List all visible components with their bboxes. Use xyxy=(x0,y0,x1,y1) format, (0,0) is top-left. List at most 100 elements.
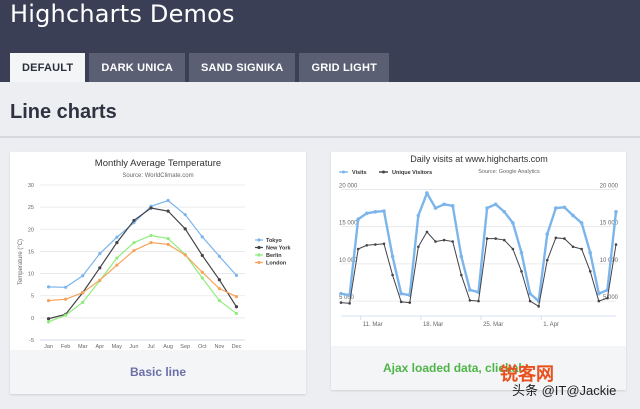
data-point xyxy=(81,300,85,304)
x-tick-label: 11. Mar xyxy=(363,322,383,328)
data-point xyxy=(579,221,584,225)
data-point xyxy=(451,240,455,243)
data-point xyxy=(442,238,446,242)
data-point xyxy=(234,311,239,316)
data-point xyxy=(382,242,386,246)
data-point xyxy=(356,217,360,222)
tab-default[interactable]: DEFAULT xyxy=(10,53,86,82)
data-point xyxy=(434,240,437,243)
data-point xyxy=(64,285,68,289)
demo-card-basic-line[interactable]: Monthly Average Temperature Source: Worl… xyxy=(10,152,306,394)
data-point xyxy=(588,270,592,273)
y-tick-label: -5 xyxy=(29,338,34,344)
data-point xyxy=(597,299,601,303)
data-point xyxy=(217,298,221,303)
y-tick-label-left: 15 000 xyxy=(339,221,358,227)
data-point xyxy=(485,206,489,210)
data-point xyxy=(477,299,480,303)
y-tick-label: 0 xyxy=(31,316,34,322)
data-point xyxy=(373,209,378,214)
data-point xyxy=(545,258,549,262)
tab-sand-signika[interactable]: SAND SIGNIKA xyxy=(188,53,296,82)
data-point xyxy=(562,205,567,210)
data-point xyxy=(339,301,343,304)
data-point xyxy=(364,211,369,216)
x-tick-label: 25. Mar xyxy=(483,322,503,328)
data-point xyxy=(425,230,429,234)
data-point xyxy=(502,209,507,214)
y-tick-label: 10 xyxy=(28,272,34,278)
data-point xyxy=(614,243,618,246)
legend-marker xyxy=(342,170,345,174)
y-tick-label: 5 xyxy=(31,294,34,300)
data-point xyxy=(588,250,593,255)
data-point xyxy=(365,243,369,247)
data-point xyxy=(545,232,550,236)
data-point xyxy=(200,270,204,274)
legend-marker xyxy=(257,253,261,257)
data-point xyxy=(149,206,153,210)
data-point xyxy=(98,252,102,256)
y-tick-label: 15 xyxy=(28,249,34,255)
y-tick-label-right: 20 000 xyxy=(600,183,619,189)
data-point xyxy=(433,206,438,210)
data-point xyxy=(537,305,540,308)
data-point xyxy=(183,227,187,231)
data-point xyxy=(98,266,102,270)
data-point xyxy=(166,209,170,213)
data-point xyxy=(416,213,421,218)
data-point xyxy=(460,273,463,277)
data-point xyxy=(399,300,403,304)
data-point xyxy=(528,299,532,303)
data-point xyxy=(502,238,506,242)
legend-label: Unique Visitors xyxy=(392,170,432,176)
data-point xyxy=(468,288,472,292)
chart-subtitle: Source: WorldClimate.com xyxy=(122,173,193,179)
data-point xyxy=(468,299,472,302)
app-title: Highcharts Demos xyxy=(10,0,235,28)
data-point xyxy=(485,237,489,240)
y-tick-label-right: 5 000 xyxy=(603,295,619,301)
data-point xyxy=(132,248,136,253)
data-point xyxy=(459,254,464,259)
data-point xyxy=(606,296,609,300)
data-point xyxy=(417,245,420,249)
data-point xyxy=(200,253,204,258)
y-tick-label-left: 20 000 xyxy=(339,183,358,189)
data-point xyxy=(166,242,170,246)
legend-label: Tokyo xyxy=(266,238,282,244)
watermark-handle: 头条 @IT@Jackie xyxy=(512,383,617,398)
tab-dark-unica[interactable]: DARK UNICA xyxy=(89,53,185,82)
legend-marker xyxy=(382,170,385,174)
data-point xyxy=(115,256,119,260)
data-point xyxy=(132,240,136,245)
data-point xyxy=(46,298,51,303)
data-point xyxy=(183,213,187,217)
data-point xyxy=(408,301,412,304)
chart-title: Monthly Average Temperature xyxy=(95,158,221,169)
data-point xyxy=(81,291,85,295)
basic-line-chart: Monthly Average Temperature Source: Worl… xyxy=(18,158,291,350)
chart-subtitle: Source: Google Analytics xyxy=(478,169,540,175)
data-point xyxy=(98,278,102,282)
section-title: Line charts xyxy=(10,101,117,123)
top-bar: Highcharts Demos DEFAULT DARK UNICA SAND… xyxy=(0,0,640,82)
legend-label: Berlin xyxy=(266,253,282,259)
data-point xyxy=(200,235,204,239)
demo-card-ajax-data[interactable]: Daily visits at www.highcharts.com Sourc… xyxy=(331,152,626,390)
y-tick-label-left: 10 000 xyxy=(339,258,358,264)
tab-grid-light[interactable]: GRID LIGHT xyxy=(299,53,390,82)
y-tick-label: 20 xyxy=(28,227,34,233)
data-point xyxy=(511,221,515,225)
data-point xyxy=(494,237,497,240)
data-point xyxy=(614,209,618,214)
legend-marker xyxy=(257,260,261,265)
y-tick-label-left: 5 000 xyxy=(339,295,355,301)
data-point xyxy=(81,274,85,278)
data-point xyxy=(339,291,343,296)
data-point xyxy=(563,237,566,240)
card-footer-basic-line[interactable]: Basic line xyxy=(10,350,306,394)
data-point xyxy=(132,218,136,223)
data-point xyxy=(149,240,153,245)
data-point xyxy=(356,247,360,251)
